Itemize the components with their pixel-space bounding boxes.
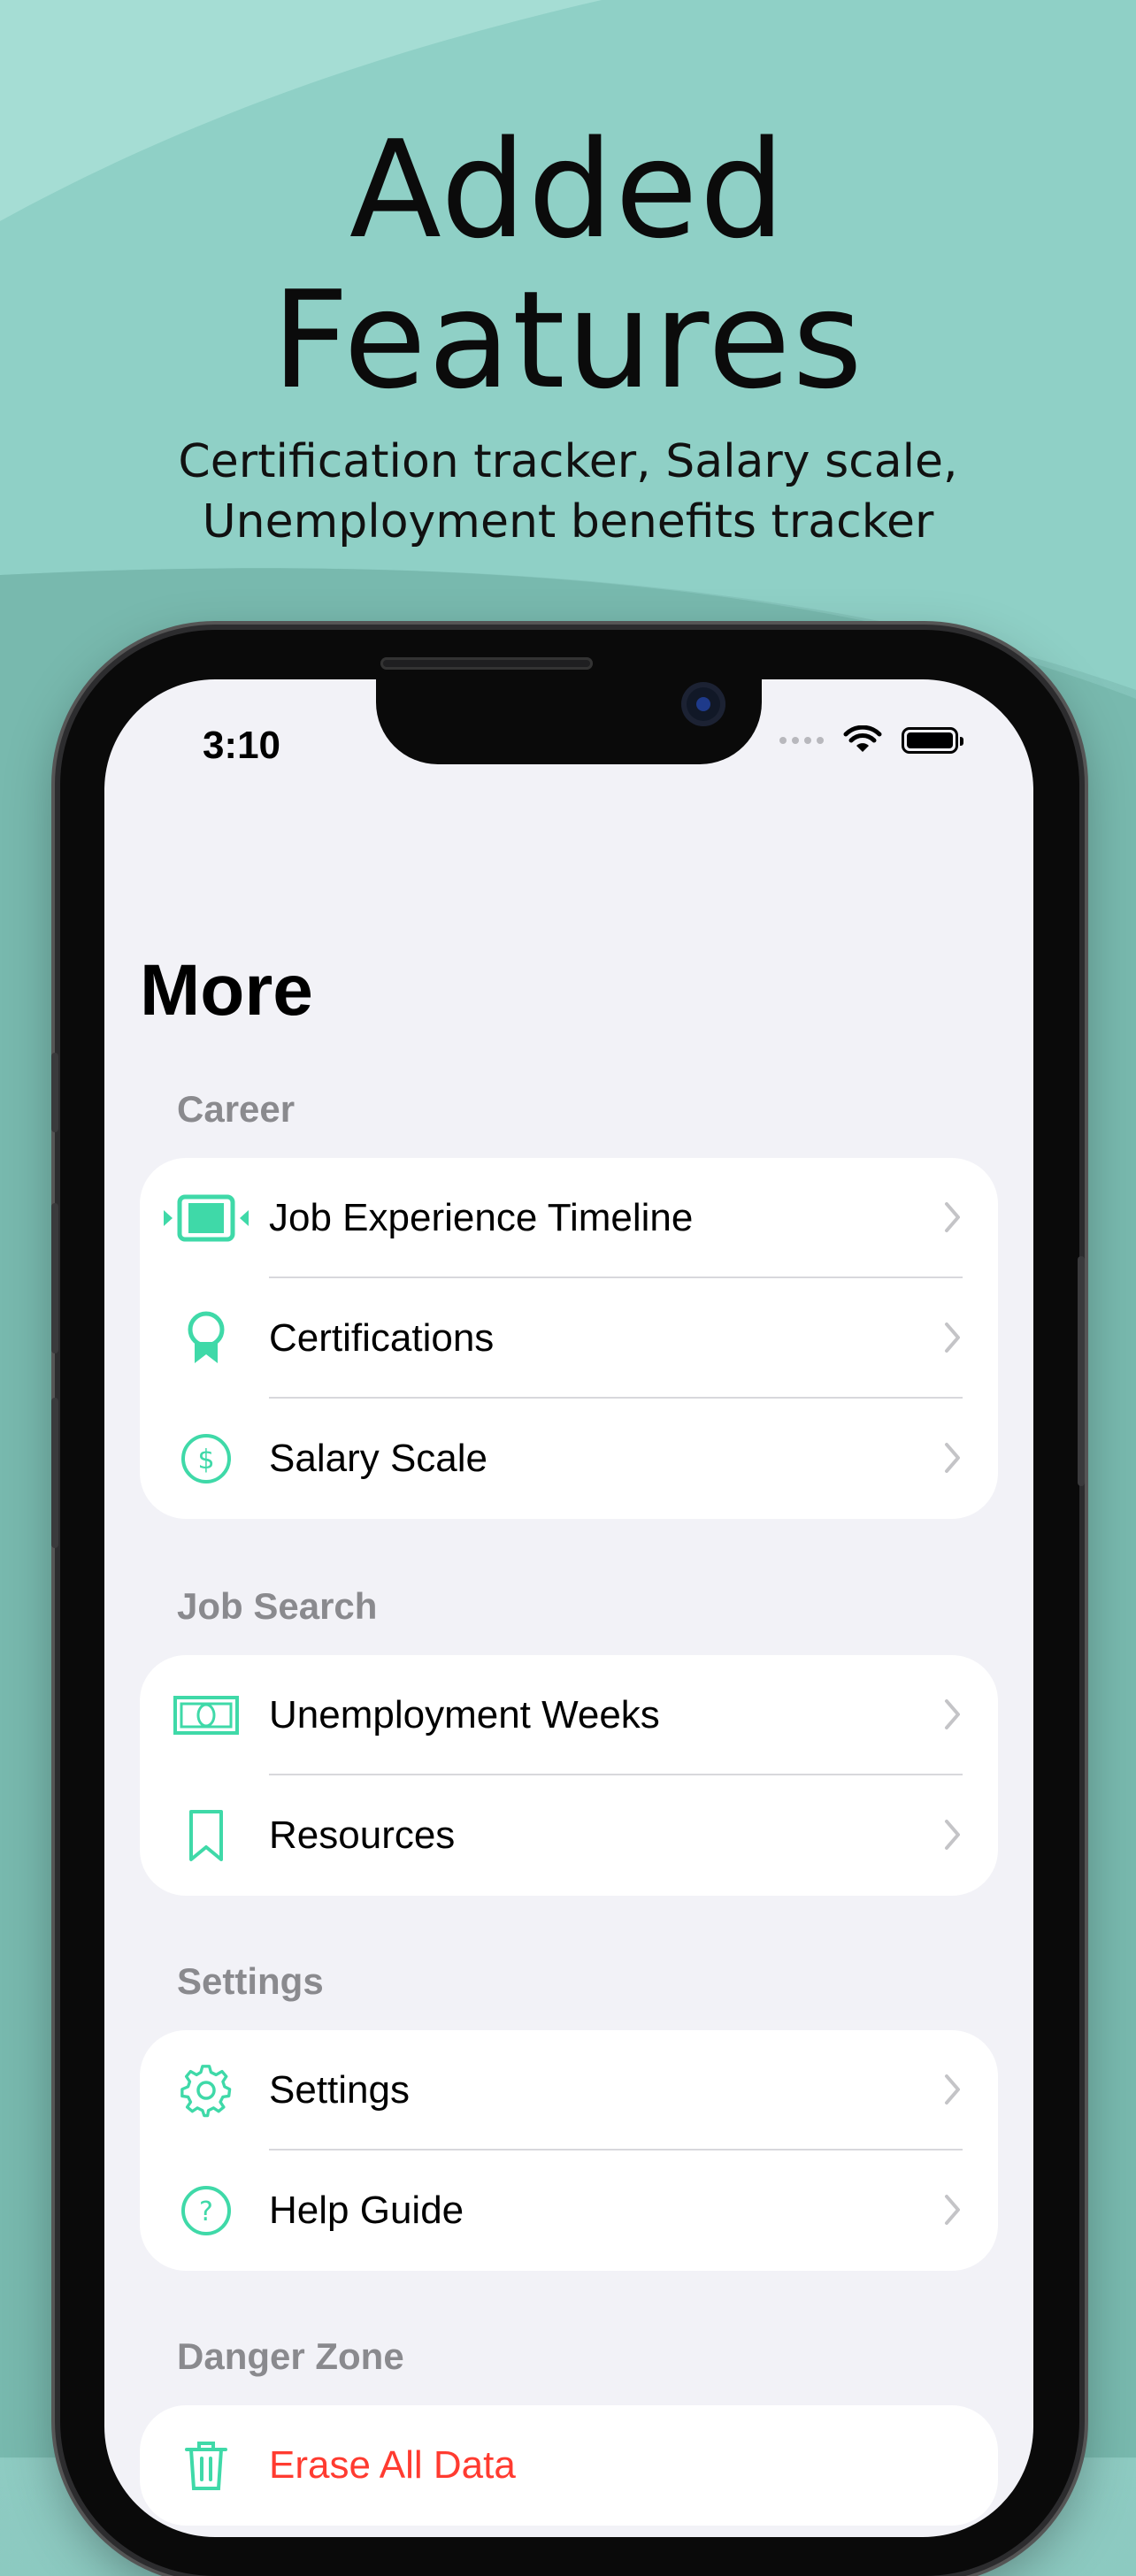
power-button [1078, 1256, 1085, 1486]
section-header-career: Career [177, 1088, 296, 1130]
row-label: Salary Scale [269, 1437, 488, 1480]
row-label: Job Experience Timeline [269, 1196, 694, 1239]
chevron-right-icon [945, 2195, 960, 2225]
row-settings[interactable]: Settings [140, 2030, 998, 2150]
row-salary-scale[interactable]: $ Salary Scale [140, 1399, 998, 1519]
career-group: Job Experience Timeline Certifications $ [140, 1158, 998, 1519]
chevron-right-icon [945, 1699, 960, 1729]
earpiece-speaker [380, 657, 593, 670]
job-search-group: Unemployment Weeks Resources [140, 1655, 998, 1896]
gear-icon [157, 2060, 255, 2120]
chevron-right-icon [945, 1322, 960, 1353]
chevron-right-icon [945, 2074, 960, 2104]
banknote-icon [157, 1685, 255, 1745]
award-ribbon-icon [157, 1308, 255, 1368]
row-label: Erase All Data [269, 2443, 516, 2487]
row-erase-all-data[interactable]: Erase All Data [140, 2405, 998, 2526]
section-header-settings: Settings [177, 1960, 324, 2002]
question-circle-icon: ? [157, 2181, 255, 2241]
section-header-job-search: Job Search [177, 1585, 378, 1627]
volume-down-button [51, 1398, 58, 1548]
battery-icon [902, 727, 963, 754]
chevron-right-icon [945, 1820, 960, 1850]
row-help-guide[interactable]: ? Help Guide [140, 2150, 998, 2271]
danger-zone-group: Erase All Data [140, 2405, 998, 2526]
phone-side-button [51, 1053, 58, 1132]
svg-text:?: ? [199, 2196, 213, 2227]
wifi-icon [843, 725, 882, 752]
chevron-right-icon [945, 1202, 960, 1232]
phone-screen: 3:10 More Career Job Experience Timeline [104, 679, 1033, 2537]
status-icons [779, 725, 963, 755]
row-label: Resources [269, 1813, 456, 1857]
promo-headline-line2: Features [272, 262, 864, 418]
bookmark-icon [157, 1806, 255, 1866]
front-camera [681, 682, 725, 726]
status-time: 3:10 [202, 724, 281, 767]
promo-headline: Added Features [0, 115, 1136, 416]
row-resources[interactable]: Resources [140, 1775, 998, 1896]
chevron-right-icon [945, 1443, 960, 1473]
notch [376, 679, 762, 764]
volume-up-button [51, 1203, 58, 1353]
signal-dots-icon [779, 737, 824, 744]
row-unemployment-weeks[interactable]: Unemployment Weeks [140, 1655, 998, 1775]
row-label: Help Guide [269, 2189, 464, 2232]
svg-text:$: $ [197, 1445, 214, 1476]
section-header-danger-zone: Danger Zone [177, 2335, 404, 2377]
promo-subtitle-line2: Unemployment benefits tracker [202, 495, 934, 548]
row-job-experience-timeline[interactable]: Job Experience Timeline [140, 1158, 998, 1278]
settings-group: Settings ? Help Guide [140, 2030, 998, 2271]
row-label: Unemployment Weeks [269, 1693, 660, 1736]
promo-subtitle: Certification tracker, Salary scale, Une… [0, 432, 1136, 552]
trash-icon [157, 2435, 255, 2496]
row-label: Settings [269, 2068, 410, 2112]
page-title: More [140, 950, 313, 1031]
row-label: Certifications [269, 1316, 495, 1360]
timeline-icon [157, 1188, 255, 1248]
promo-subtitle-line1: Certification tracker, Salary scale, [178, 435, 958, 488]
row-certifications[interactable]: Certifications [140, 1278, 998, 1399]
dollar-circle-icon: $ [157, 1429, 255, 1489]
promo-headline-line1: Added [349, 111, 787, 268]
